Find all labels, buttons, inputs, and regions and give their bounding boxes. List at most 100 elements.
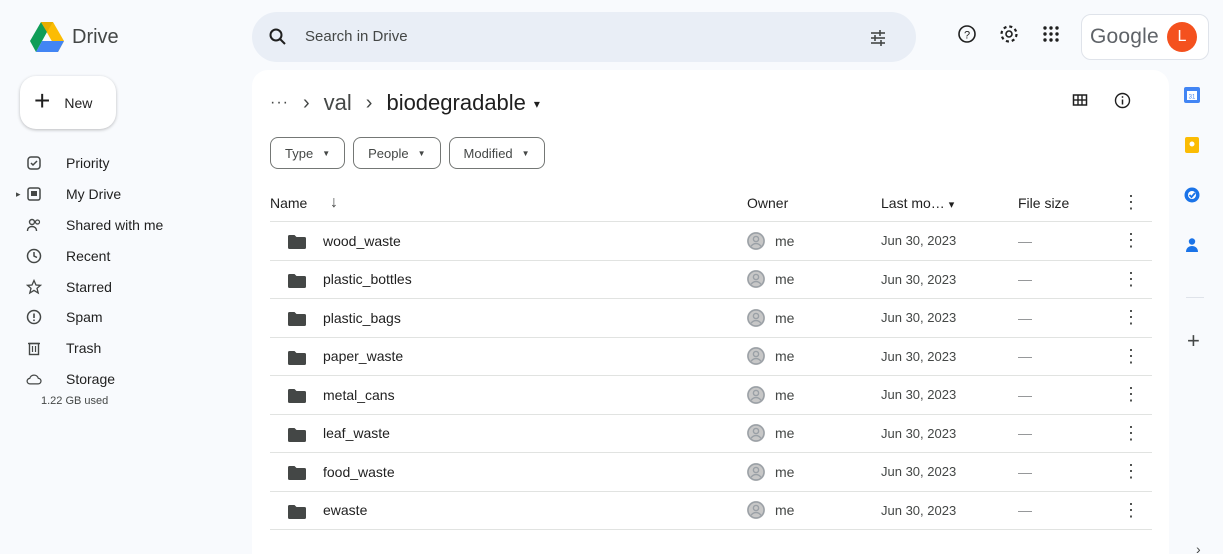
google-wordmark: Google bbox=[1090, 25, 1159, 48]
more-actions-icon[interactable]: ⋮ bbox=[1122, 269, 1140, 290]
column-options-icon[interactable]: ⋮ bbox=[1122, 192, 1140, 213]
expand-caret-icon[interactable]: ▸ bbox=[16, 189, 21, 200]
owner-name: me bbox=[775, 232, 795, 249]
help-icon[interactable]: ? bbox=[955, 22, 979, 46]
svg-text:?: ? bbox=[964, 30, 970, 42]
sidebar-item-storage[interactable]: Storage bbox=[24, 364, 163, 395]
owner-avatar-icon bbox=[747, 501, 765, 520]
file-size: — bbox=[1018, 232, 1032, 249]
sidebar-item-label: Storage bbox=[66, 370, 116, 387]
table-row[interactable]: plastic_bags me Jun 30, 2023 — ⋮ bbox=[270, 299, 1152, 338]
sidebar-item-recent[interactable]: Recent bbox=[24, 240, 163, 271]
modified-date: Jun 30, 2023 bbox=[881, 464, 957, 480]
search-bar[interactable]: Search in Drive bbox=[252, 12, 916, 62]
sidebar-item-priority[interactable]: Priority bbox=[24, 148, 163, 179]
breadcrumb-more-icon[interactable]: ··· bbox=[270, 94, 289, 112]
breadcrumb-current-folder[interactable]: biodegradable bbox=[386, 90, 525, 116]
svg-text:31: 31 bbox=[1189, 95, 1196, 101]
file-size-column-header[interactable]: File size bbox=[1018, 195, 1069, 211]
more-actions-icon[interactable]: ⋮ bbox=[1122, 461, 1140, 482]
owner-name: me bbox=[775, 463, 795, 480]
owner-cell: me bbox=[747, 385, 795, 404]
get-addons-plus-icon[interactable]: + bbox=[1187, 328, 1200, 354]
settings-gear-icon[interactable] bbox=[997, 22, 1021, 46]
owner-cell: me bbox=[747, 270, 795, 289]
dropdown-arrow-icon: ▼ bbox=[417, 148, 426, 158]
owner-avatar-icon bbox=[747, 385, 765, 404]
sidebar-item-my-drive[interactable]: ▸ My Drive bbox=[16, 179, 163, 210]
file-name[interactable]: metal_cans bbox=[323, 387, 395, 403]
table-row[interactable]: ewaste me Jun 30, 2023 — ⋮ bbox=[270, 492, 1152, 530]
avatar[interactable]: L bbox=[1166, 22, 1197, 52]
tasks-icon[interactable] bbox=[1183, 186, 1201, 204]
sidebar-item-shared-with-me[interactable]: Shared with me bbox=[24, 210, 163, 241]
type-filter-chip[interactable]: Type ▼ bbox=[270, 137, 346, 169]
modified-filter-chip[interactable]: Modified ▼ bbox=[448, 137, 545, 169]
more-actions-icon[interactable]: ⋮ bbox=[1122, 230, 1140, 251]
table-row[interactable]: plastic_bottles me Jun 30, 2023 — ⋮ bbox=[270, 261, 1152, 299]
cloud-icon bbox=[26, 371, 42, 387]
new-button[interactable]: + New bbox=[20, 76, 116, 129]
search-icon[interactable] bbox=[268, 27, 288, 47]
owner-cell: me bbox=[747, 308, 794, 327]
search-input[interactable]: Search in Drive bbox=[305, 28, 408, 45]
contacts-icon[interactable] bbox=[1183, 236, 1201, 254]
table-header: Name ↓ Owner Last mo… ▾ File size ⋮ bbox=[270, 184, 1152, 222]
chip-label: Type bbox=[285, 145, 314, 161]
name-column-header[interactable]: Name bbox=[270, 195, 307, 211]
breadcrumb-parent[interactable]: val bbox=[324, 90, 352, 116]
table-row[interactable]: wood_waste me Jun 30, 2023 — ⋮ bbox=[270, 222, 1152, 261]
table-row[interactable]: leaf_waste me Jun 30, 2023 — ⋮ bbox=[270, 415, 1152, 453]
account-switcher[interactable]: Google L bbox=[1081, 14, 1209, 60]
modified-date: Jun 30, 2023 bbox=[881, 425, 957, 441]
owner-name: me bbox=[775, 271, 795, 288]
folder-menu-caret-icon[interactable]: ▾ bbox=[534, 97, 540, 111]
table-row[interactable]: food_waste me Jun 30, 2023 — ⋮ bbox=[270, 453, 1152, 492]
apps-grid-icon[interactable] bbox=[1039, 22, 1063, 46]
modified-date: Jun 30, 2023 bbox=[881, 348, 957, 364]
trash-icon bbox=[26, 340, 42, 356]
keep-icon[interactable] bbox=[1183, 136, 1201, 154]
file-name[interactable]: ewaste bbox=[323, 502, 367, 518]
folder-icon bbox=[288, 350, 306, 365]
file-name[interactable]: leaf_waste bbox=[323, 425, 390, 441]
owner-name: me bbox=[775, 386, 795, 403]
calendar-icon[interactable]: 31 bbox=[1183, 86, 1201, 104]
owner-cell: me bbox=[747, 424, 794, 443]
star-icon bbox=[26, 278, 42, 295]
owner-column-header[interactable]: Owner bbox=[747, 195, 788, 211]
more-actions-icon[interactable]: ⋮ bbox=[1122, 500, 1140, 521]
search-options-icon[interactable] bbox=[868, 28, 888, 48]
folder-icon bbox=[288, 235, 306, 249]
file-name[interactable]: food_waste bbox=[323, 464, 395, 480]
owner-avatar-icon bbox=[747, 424, 765, 443]
more-actions-icon[interactable]: ⋮ bbox=[1122, 346, 1140, 367]
last-modified-column-header[interactable]: Last mo… ▾ bbox=[881, 195, 954, 211]
hide-side-panel-chevron-icon[interactable]: › bbox=[1196, 541, 1201, 554]
drive-logo[interactable]: Drive bbox=[30, 22, 119, 52]
app-title: Drive bbox=[72, 25, 119, 48]
people-filter-chip[interactable]: People ▼ bbox=[353, 137, 441, 169]
more-actions-icon[interactable]: ⋮ bbox=[1122, 423, 1140, 444]
breadcrumb: ··· › val › biodegradable ▾ bbox=[270, 90, 540, 116]
grid-view-icon[interactable] bbox=[1072, 92, 1088, 108]
owner-avatar-icon bbox=[747, 231, 765, 250]
table-row[interactable]: metal_cans me Jun 30, 2023 — ⋮ bbox=[270, 376, 1152, 415]
file-name[interactable]: paper_waste bbox=[323, 348, 403, 364]
sidebar-item-starred[interactable]: Starred bbox=[24, 271, 163, 302]
sidebar-item-label: Trash bbox=[66, 340, 102, 357]
sort-arrow-icon[interactable]: ↓ bbox=[330, 194, 338, 212]
owner-avatar-icon bbox=[747, 462, 765, 481]
more-actions-icon[interactable]: ⋮ bbox=[1122, 384, 1140, 405]
sidebar-item-trash[interactable]: Trash bbox=[24, 333, 163, 364]
new-button-label: New bbox=[64, 94, 93, 111]
more-actions-icon[interactable]: ⋮ bbox=[1122, 307, 1140, 328]
table-row[interactable]: paper_waste me Jun 30, 2023 — ⋮ bbox=[270, 338, 1152, 376]
info-icon[interactable] bbox=[1114, 92, 1131, 109]
modified-date: Jun 30, 2023 bbox=[881, 310, 957, 326]
file-name[interactable]: plastic_bottles bbox=[323, 271, 412, 287]
sidebar-item-spam[interactable]: Spam bbox=[24, 302, 163, 333]
file-name[interactable]: plastic_bags bbox=[323, 310, 401, 326]
file-name[interactable]: wood_waste bbox=[323, 233, 401, 249]
sidebar-item-label: Spam bbox=[66, 309, 103, 326]
